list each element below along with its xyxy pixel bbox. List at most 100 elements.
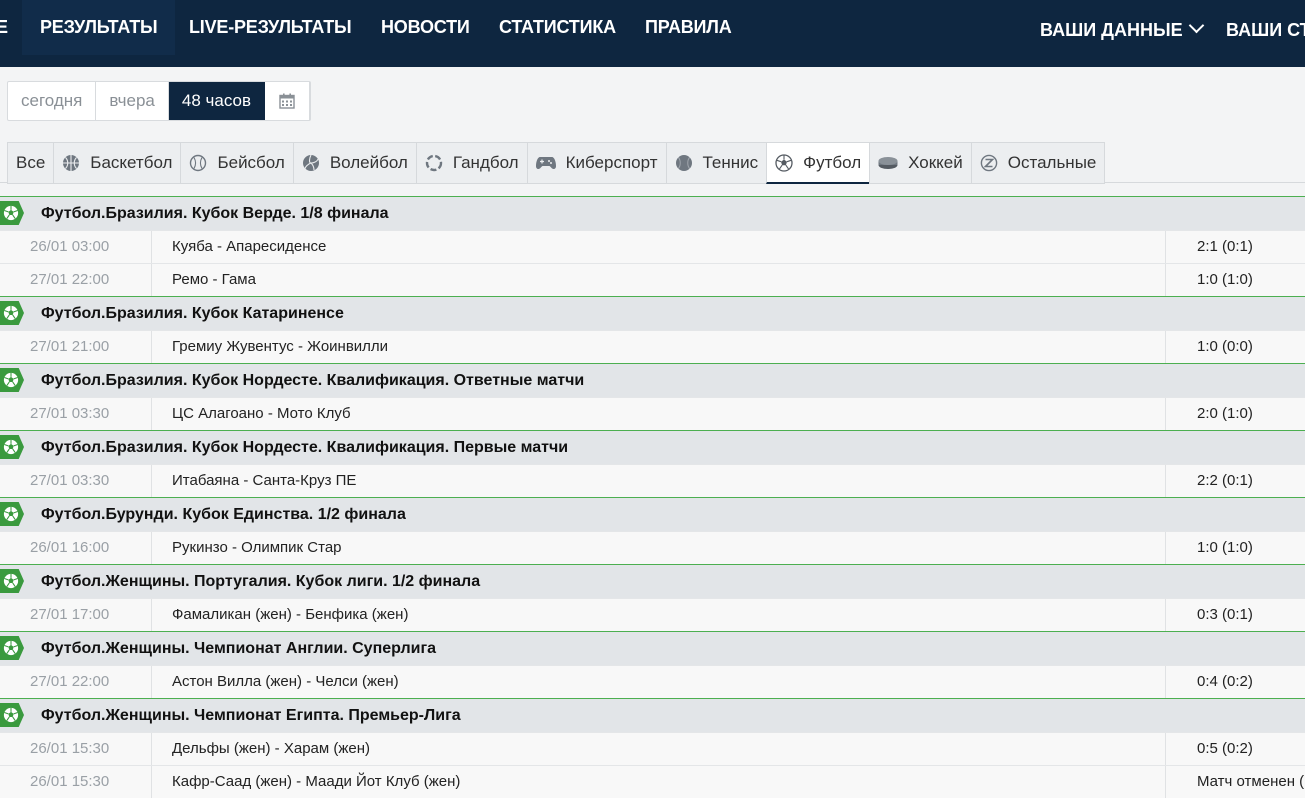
tab-basketball[interactable]: Баскетбол: [53, 142, 181, 184]
match-row[interactable]: 26/01 03:00 Куяба - Апаресиденсе 2:1 (0:1): [0, 230, 1305, 263]
user-menu-2[interactable]: ВАШИ СТА: [1226, 10, 1305, 50]
football-icon: [775, 153, 793, 172]
league-title: Футбол.Бразилия. Кубок Нордесте. Квалифи…: [41, 439, 569, 456]
tab-label: Волейбол: [329, 153, 408, 172]
nav-news[interactable]: НОВОСТИ: [381, 0, 470, 55]
match-teams: Куяба - Апаресиденсе: [151, 231, 1166, 263]
nav-statistics[interactable]: СТАТИСТИКА: [499, 0, 616, 55]
tab-football[interactable]: Футбол: [766, 142, 870, 184]
league-header[interactable]: Футбол.Женщины. Португалия. Кубок лиги. …: [0, 565, 1305, 598]
period-today[interactable]: сегодня: [8, 82, 97, 120]
tab-baseball[interactable]: Бейсбол: [180, 142, 293, 184]
tab-hockey[interactable]: Хоккей: [869, 142, 971, 184]
match-teams: Рукинзо - Олимпик Стар: [151, 532, 1166, 564]
hockey-puck-icon: [878, 157, 898, 169]
tab-label: Футбол: [803, 152, 862, 172]
nav-edge-fragment: Е: [0, 17, 9, 37]
nav-live-results[interactable]: LIVE-РЕЗУЛЬТАТЫ: [189, 0, 352, 55]
league-group: Футбол.Бразилия. Кубок Катариненсе 27/01 …: [0, 296, 1305, 363]
football-icon: [3, 439, 19, 455]
nav-results[interactable]: РЕЗУЛЬТАТЫ: [22, 0, 176, 55]
period-yesterday[interactable]: вчера: [96, 82, 169, 120]
league-title: Футбол.Бразилия. Кубок Катариненсе: [41, 305, 344, 322]
match-score: 2:2 (0:1): [1165, 465, 1305, 497]
match-score: 0:3 (0:1): [1165, 599, 1305, 631]
football-icon: [3, 573, 19, 589]
nav-rules[interactable]: ПРАВИЛА: [645, 0, 732, 55]
match-row[interactable]: 27/01 21:00 Гремиу Жувентус - Жоинвилли 1:…: [0, 330, 1305, 363]
period-48h[interactable]: 48 часов: [168, 82, 266, 120]
results-list: Футбол.Бразилия. Кубок Верде. 1/8 финала…: [0, 196, 1305, 798]
match-row[interactable]: 26/01 15:30 Дельфы (жен) - Харам (жен) 0:5…: [0, 732, 1305, 765]
match-time: 26/01 16:00: [30, 539, 110, 556]
match-row[interactable]: 26/01 16:00 Рукинзо - Олимпик Стар 1:0 (1:…: [0, 531, 1305, 564]
match-row[interactable]: 27/01 22:00 Ремо - Гама 1:0 (1:0): [0, 263, 1305, 296]
match-row[interactable]: 27/01 17:00 Фамаликан (жен) - Бенфика (же…: [0, 598, 1305, 631]
league-header[interactable]: Футбол.Бразилия. Кубок Нордесте. Квалифи…: [0, 431, 1305, 464]
user-data-menu[interactable]: ВАШИ ДАННЫЕ: [1040, 10, 1204, 50]
match-time: 27/01 03:30: [30, 472, 110, 489]
tab-handball[interactable]: Гандбол: [415, 142, 527, 184]
league-sport-badge: [0, 502, 24, 526]
tab-tennis[interactable]: Теннис: [665, 142, 767, 184]
league-header[interactable]: Футбол.Бурунди. Кубок Единства. 1/2 фина…: [0, 498, 1305, 531]
league-title: Футбол.Женщины. Португалия. Кубок лиги. …: [41, 573, 481, 590]
match-teams: Астон Вилла (жен) - Челси (жен): [151, 666, 1166, 698]
tab-volleyball[interactable]: Волейбол: [292, 142, 416, 184]
calendar-button[interactable]: [265, 82, 311, 120]
tab-label: Остальные: [1007, 153, 1097, 172]
match-teams: Ремо - Гама: [151, 264, 1166, 296]
league-group: Футбол.Женщины. Португалия. Кубок лиги. …: [0, 564, 1305, 631]
chevron-down-icon: [1188, 17, 1204, 34]
league-sport-badge: [0, 569, 24, 593]
gamepad-icon: [535, 157, 556, 169]
volleyball-icon: [302, 154, 319, 171]
match-teams: Гремиу Жувентус - Жоинвилли: [151, 331, 1166, 363]
match-time: 27/01 03:30: [30, 405, 110, 422]
match-time: 26/01 15:30: [30, 740, 110, 757]
handball-icon: [425, 154, 443, 172]
league-group: Футбол.Бразилия. Кубок Нордесте. Квалифи…: [0, 363, 1305, 430]
other-sports-icon: [980, 154, 998, 172]
league-sport-badge: [0, 435, 24, 459]
match-teams: Итабаяна - Санта-Круз ПЕ: [151, 465, 1166, 497]
league-header[interactable]: Футбол.Женщины. Чемпионат Египта. Премье…: [0, 699, 1305, 732]
league-sport-badge: [0, 703, 24, 727]
league-sport-badge: [0, 636, 24, 660]
league-header[interactable]: Футбол.Бразилия. Кубок Катариненсе: [0, 297, 1305, 330]
match-time: 26/01 03:00: [30, 238, 110, 255]
league-header[interactable]: Футбол.Женщины. Чемпионат Англии. Суперл…: [0, 632, 1305, 665]
league-sport-badge: [0, 201, 24, 225]
match-score: Матч отменен (: [1165, 766, 1305, 798]
league-title: Футбол.Бразилия. Кубок Верде. 1/8 финала: [41, 205, 389, 222]
league-title: Футбол.Бразилия. Кубок Нордесте. Квалифи…: [41, 372, 585, 389]
league-sport-badge: [0, 301, 24, 325]
football-icon: [3, 372, 19, 388]
tab-esports[interactable]: Киберспорт: [526, 142, 666, 184]
league-title: Футбол.Женщины. Чемпионат Египта. Премье…: [41, 707, 461, 724]
football-icon: [3, 640, 19, 656]
match-teams: Кафр-Саад (жен) - Маади Йот Клуб (жен): [151, 766, 1166, 798]
match-time: 27/01 21:00: [30, 338, 110, 355]
match-time: 26/01 15:30: [30, 773, 110, 790]
match-row[interactable]: 26/01 15:30 Кафр-Саад (жен) - Маади Йот К…: [0, 765, 1305, 798]
match-score: 1:0 (0:0): [1165, 331, 1305, 363]
tab-other[interactable]: Остальные: [970, 142, 1106, 184]
match-row[interactable]: 27/01 03:30 ЦС Алагоано - Мото Клуб 2:0 (1…: [0, 397, 1305, 430]
tab-all[interactable]: Все: [7, 142, 54, 184]
match-teams: Фамаликан (жен) - Бенфика (жен): [151, 599, 1166, 631]
tab-label: Киберспорт: [565, 153, 658, 172]
league-group: Футбол.Бразилия. Кубок Верде. 1/8 финала…: [0, 196, 1305, 296]
baseball-icon: [190, 154, 207, 172]
period-selector: сегодня вчера 48 часов: [7, 81, 312, 121]
sport-tabs: Все Баскетбол Бейсбол Волейбол Гандбол К…: [7, 142, 1106, 184]
football-icon: [3, 305, 19, 321]
match-row[interactable]: 27/01 03:30 Итабаяна - Санта-Круз ПЕ 2:2 (…: [0, 464, 1305, 497]
match-teams: Дельфы (жен) - Харам (жен): [151, 733, 1166, 765]
match-score: 0:5 (0:2): [1165, 733, 1305, 765]
league-header[interactable]: Футбол.Бразилия. Кубок Нордесте. Квалифи…: [0, 364, 1305, 397]
league-header[interactable]: Футбол.Бразилия. Кубок Верде. 1/8 финала: [0, 197, 1305, 230]
match-row[interactable]: 27/01 22:00 Астон Вилла (жен) - Челси (же…: [0, 665, 1305, 698]
football-icon: [3, 205, 19, 221]
match-score: 0:4 (0:2): [1165, 666, 1305, 698]
